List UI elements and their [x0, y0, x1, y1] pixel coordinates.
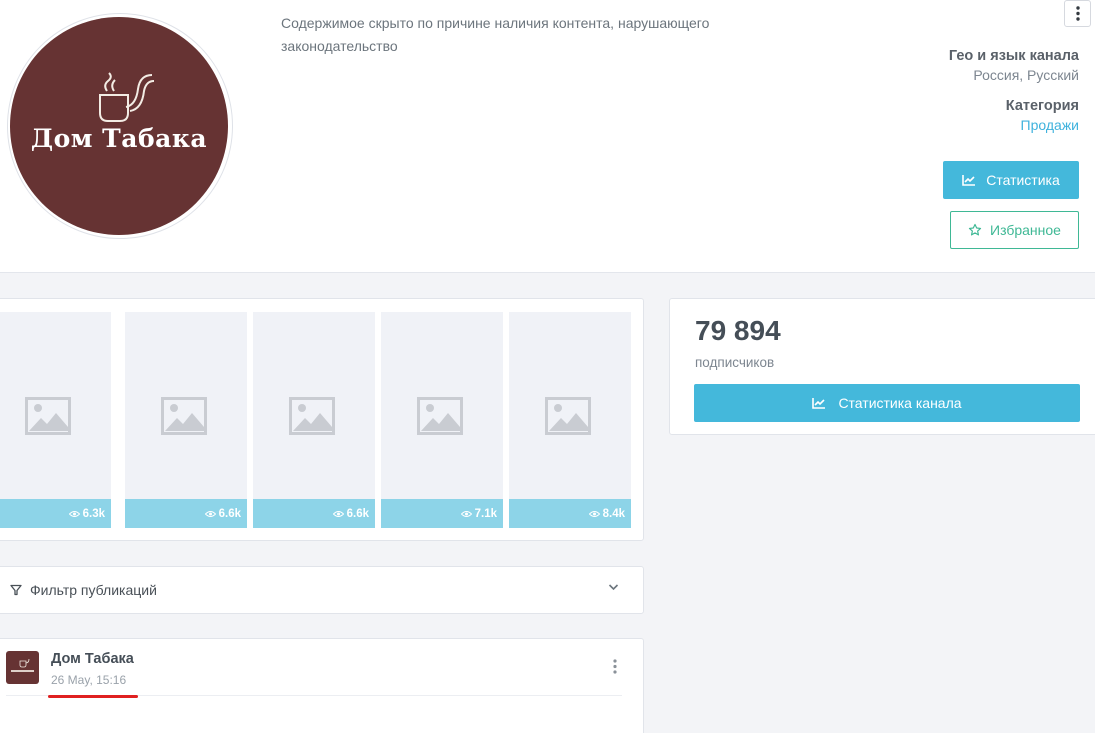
favorite-button-label: Избранное — [990, 222, 1061, 238]
image-placeholder-icon — [289, 397, 335, 435]
geo-block: Гео и язык канала Россия, Русский — [949, 48, 1079, 83]
geo-label: Гео и язык канала — [948, 48, 1079, 64]
views-count: 7.1k — [474, 507, 497, 520]
favorite-button[interactable]: Избранное — [950, 211, 1079, 249]
filter-icon — [10, 584, 22, 596]
statistics-button-label: Статистика — [986, 172, 1060, 188]
category-link[interactable]: Продажи — [1006, 117, 1079, 133]
subscribers-label: подписчиков — [695, 355, 775, 370]
pipe-logo-icon — [11, 658, 34, 672]
eye-icon — [204, 510, 216, 517]
gallery-thumbnail[interactable]: 8.4k — [509, 312, 631, 528]
category-label: Категория — [1005, 98, 1079, 114]
views-count: 6.6k — [218, 507, 241, 520]
logo-text: Дом Табака — [30, 124, 208, 153]
image-placeholder-icon — [25, 397, 71, 435]
image-placeholder-icon — [545, 397, 591, 435]
views-badge: 6.6k — [253, 499, 375, 528]
views-badge: 7.1k — [381, 499, 503, 528]
post-card: Дом Табака 26 May, 15:16 — [0, 638, 644, 733]
gallery-thumbnail[interactable]: 6.3k — [0, 312, 111, 528]
date-highlight-underline — [48, 695, 138, 698]
eye-icon — [332, 510, 344, 517]
chart-line-icon — [812, 398, 826, 409]
publications-filter[interactable]: Фильтр публикаций — [0, 566, 644, 614]
statistics-button[interactable]: Статистика — [943, 161, 1079, 199]
post-author-avatar[interactable] — [6, 651, 39, 684]
channel-avatar: Дом Табака — [10, 17, 228, 235]
post-menu-icon[interactable] — [613, 659, 617, 674]
gallery-thumbnail[interactable]: 6.6k — [253, 312, 375, 528]
post-author-name[interactable]: Дом Табака — [51, 651, 134, 667]
chart-line-icon — [962, 175, 976, 186]
channel-statistics-button[interactable]: Статистика канала — [694, 384, 1080, 422]
channel-description: Содержимое скрыто по причине наличия кон… — [281, 15, 710, 54]
subscribers-count: 79 894 — [695, 315, 781, 346]
image-placeholder-icon — [417, 397, 463, 435]
image-placeholder-icon — [161, 397, 207, 435]
views-badge: 6.3k — [0, 499, 111, 528]
subscribers-card: 79 894 подписчиков Статистика канала — [669, 298, 1095, 435]
views-count: 6.6k — [346, 507, 369, 520]
geo-value: Россия, Русский — [973, 67, 1079, 83]
eye-icon — [460, 510, 472, 517]
filter-label: Фильтр публикаций — [30, 582, 157, 598]
channel-statistics-label: Статистика канала — [838, 395, 962, 411]
star-icon — [968, 223, 982, 236]
channel-header: Дом Табака Содержимое скрыто по причине … — [0, 0, 1095, 273]
category-block: Категория Продажи — [1006, 98, 1079, 133]
views-count: 8.4k — [602, 507, 625, 520]
vertical-dots-icon — [1075, 6, 1080, 21]
views-badge: 6.6k — [125, 499, 247, 528]
eye-icon — [68, 510, 80, 517]
gallery-thumbnail[interactable]: 7.1k — [381, 312, 503, 528]
chevron-down-icon[interactable] — [608, 583, 619, 591]
post-date: 26 May, 15:16 — [51, 673, 127, 687]
views-count: 6.3k — [82, 507, 105, 520]
more-options-button[interactable] — [1064, 0, 1091, 27]
post-gallery: 6.3k 6.6k 6.6k 7.1k 8.4k — [0, 298, 644, 541]
gallery-thumbnail[interactable]: 6.6k — [125, 312, 247, 528]
eye-icon — [588, 510, 600, 517]
views-badge: 8.4k — [509, 499, 631, 528]
